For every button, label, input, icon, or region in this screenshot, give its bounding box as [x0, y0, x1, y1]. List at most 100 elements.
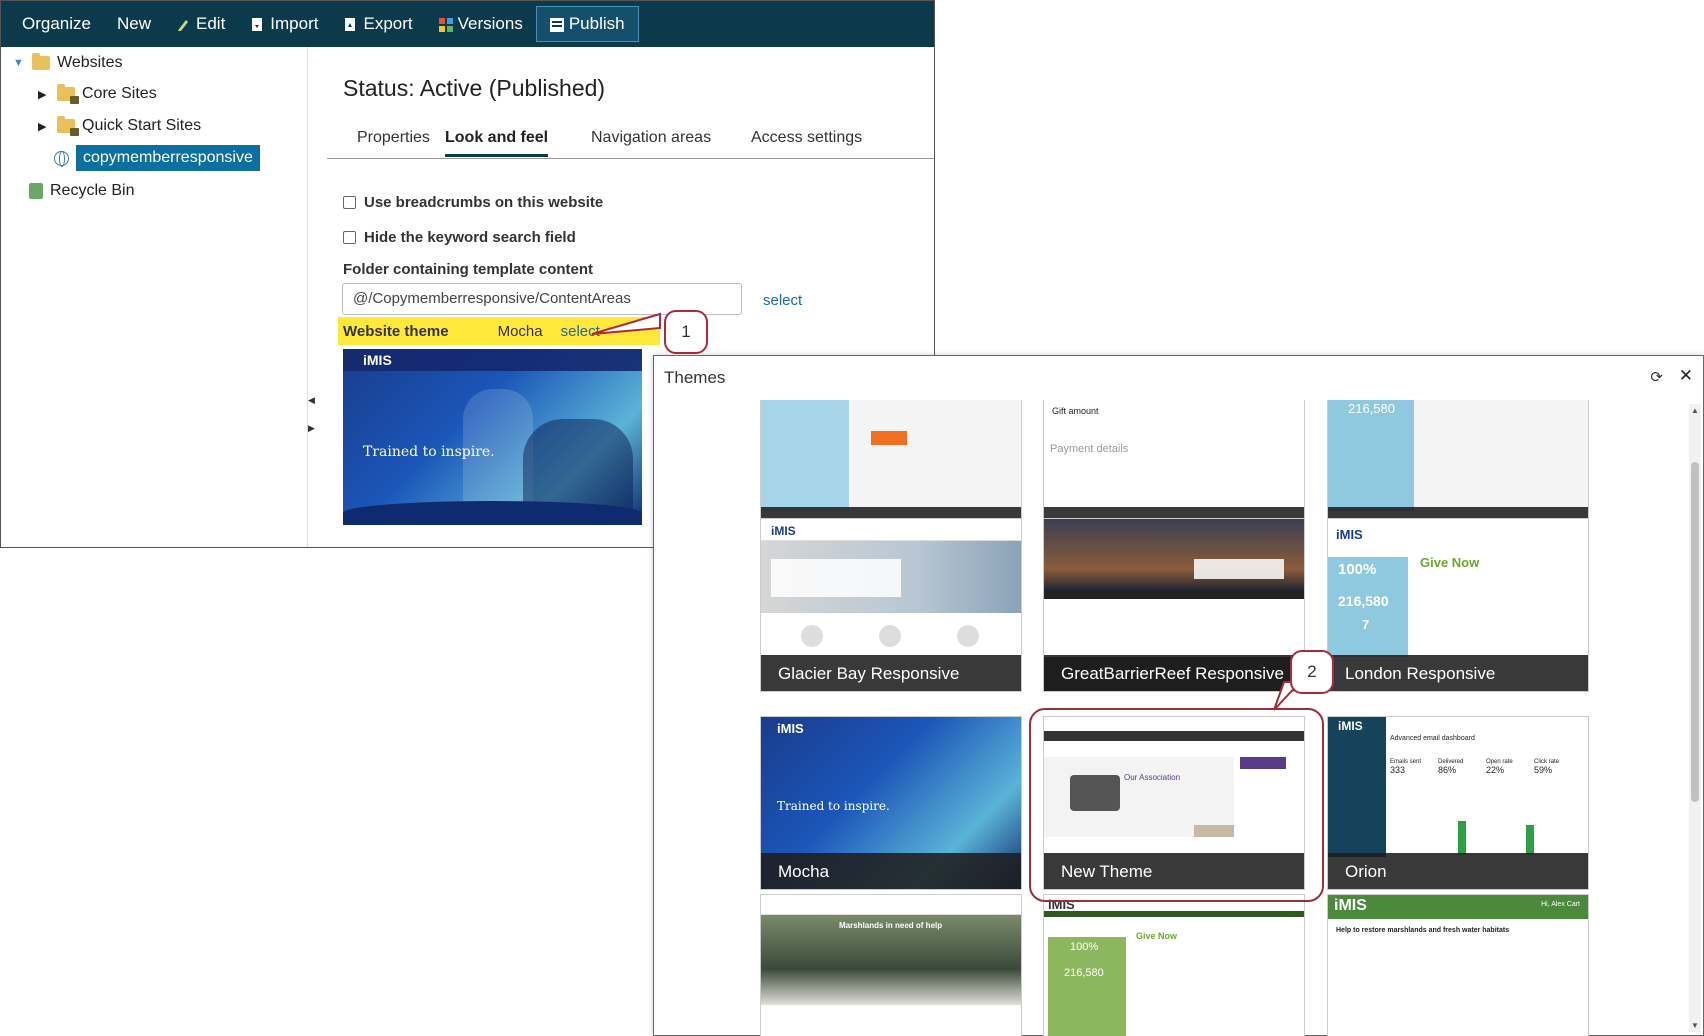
theme-value: Mocha	[497, 322, 543, 340]
site-tree: ▼ Websites ▶ Core Sites ▶ Quick Start Si…	[1, 47, 308, 547]
publish-button[interactable]: Publish	[535, 6, 639, 42]
stat-value: 22%	[1486, 765, 1505, 775]
payment-details-text: Payment details	[1050, 443, 1129, 455]
theme-name: Glacier Bay Responsive	[761, 655, 1021, 691]
expand-icon[interactable]: ▼	[13, 57, 25, 69]
tree-node-copymemberresponsive[interactable]: copymemberresponsive	[54, 144, 260, 172]
callout-pointer-1	[591, 312, 661, 335]
give-percent: 100%	[1070, 941, 1099, 953]
new-label: New	[116, 14, 151, 33]
tab-look-and-feel[interactable]: Look and feel	[445, 129, 549, 157]
theme-card-orion[interactable]: iMIS Advanced email dashboard Emails sen…	[1327, 716, 1589, 890]
london-number: 216,580	[1338, 593, 1389, 609]
theme-card-greatbarrierreef[interactable]: GreatBarrierReef Responsive	[1043, 518, 1305, 692]
theme-name: London Responsive	[1328, 655, 1588, 691]
stat-value: 59%	[1534, 765, 1553, 775]
keyword-search-option[interactable]: Hide the keyword search field	[343, 229, 576, 246]
versions-label: Versions	[457, 14, 523, 33]
theme-name: Mocha	[761, 853, 1021, 889]
tree-label: Recycle Bin	[50, 182, 135, 199]
give-now-text: Give Now	[1136, 931, 1178, 941]
new-menu[interactable]: New	[104, 6, 164, 42]
import-label: Import	[270, 14, 319, 33]
orion-dashboard-title: Advanced email dashboard	[1390, 735, 1475, 742]
scroll-thumb[interactable]	[1691, 462, 1699, 802]
theme-logo: iMIS	[1338, 719, 1363, 733]
tree-label: copymemberresponsive	[76, 145, 260, 171]
organize-label: Organize	[22, 14, 91, 33]
checkbox-label: Use breadcrumbs on this website	[364, 194, 604, 211]
folder-label: Folder containing template content	[343, 261, 594, 278]
theme-card-imis-classic[interactable]: iMIS Hi, Alex Cart Help to restore marsh…	[1327, 894, 1589, 1036]
tab-bar: Properties Look and feel Navigation area…	[327, 123, 934, 159]
gift-amount-text: Gift amount	[1052, 406, 1099, 416]
export-button[interactable]: Export	[331, 6, 425, 42]
folder-icon	[32, 53, 50, 70]
theme-logo: iMIS	[1334, 897, 1367, 914]
theme-card-london[interactable]: iMIS 100% 216,580 7 Give Now London Resp…	[1327, 518, 1589, 692]
stat-value: 86%	[1438, 765, 1457, 775]
theme-card-glacier-bay[interactable]: iMIS Glacier Bay Responsive	[760, 518, 1022, 692]
theme-logo: iMIS	[1336, 527, 1363, 542]
organize-menu[interactable]: Organize	[9, 6, 104, 42]
give-number: 216,580	[1064, 967, 1104, 979]
current-theme-thumbnail: iMIS Trained to inspire.	[343, 349, 642, 525]
tree-label: Quick Start Sites	[82, 117, 202, 134]
dialog-title: Themes	[664, 368, 726, 387]
callout-badge-2: 2	[1290, 650, 1334, 694]
london-days: 7	[1362, 617, 1370, 632]
tree-label: Core Sites	[82, 85, 157, 102]
mocha-tagline: Trained to inspire.	[777, 799, 890, 813]
import-button[interactable]: Import	[238, 6, 331, 42]
refresh-icon[interactable]: ⟳	[1650, 368, 1663, 386]
export-label: Export	[363, 14, 413, 33]
scroll-up-icon[interactable]: ▲	[1691, 406, 1699, 415]
give-now-text: Give Now	[1420, 555, 1480, 570]
tree-node-quick-start-sites[interactable]: ▶ Quick Start Sites	[38, 112, 201, 140]
publish-label: Publish	[568, 14, 625, 33]
stat-number: 216,580	[1348, 401, 1395, 416]
export-icon	[344, 17, 357, 32]
collapse-icon[interactable]: ▶	[38, 120, 50, 133]
keyword-search-checkbox[interactable]	[343, 231, 356, 244]
globe-icon	[54, 150, 69, 167]
versions-icon	[438, 17, 453, 32]
breadcrumbs-checkbox[interactable]	[343, 196, 356, 209]
callout-badge-1: 1	[664, 310, 708, 354]
pencil-icon	[177, 17, 190, 32]
cart-link: Hi, Alex Cart	[1541, 901, 1580, 908]
theme-label: Website theme	[343, 322, 449, 340]
tab-access-settings[interactable]: Access settings	[751, 129, 862, 154]
collapse-icon[interactable]: ▶	[38, 88, 50, 101]
stat-value: 333	[1390, 765, 1406, 775]
import-icon	[251, 17, 264, 32]
scroll-down-icon[interactable]: ▼	[1691, 1021, 1699, 1030]
theme-card-marshlands[interactable]: Marshlands in need of help	[760, 894, 1022, 1036]
theme-name: GreatBarrierReef Responsive	[1044, 655, 1304, 691]
edit-button[interactable]: Edit	[164, 6, 238, 42]
tree-node-core-sites[interactable]: ▶ Core Sites	[38, 80, 157, 108]
theme-name: Orion	[1328, 853, 1588, 889]
tree-node-recycle-bin[interactable]: Recycle Bin	[29, 177, 134, 205]
folder-select-link[interactable]: select	[763, 292, 802, 309]
recycle-bin-icon	[29, 183, 43, 199]
tree-node-websites[interactable]: ▼ Websites	[13, 49, 123, 77]
london-percent: 100%	[1338, 561, 1377, 578]
thumb-logo: iMIS	[363, 352, 392, 368]
checkbox-label: Hide the keyword search field	[364, 229, 576, 246]
toolbar: Organize New Edit Import Export Versions…	[1, 1, 934, 47]
breadcrumbs-option[interactable]: Use breadcrumbs on this website	[343, 194, 603, 211]
dialog-scrollbar[interactable]: ▲ ▼	[1689, 404, 1701, 1032]
tab-navigation-areas[interactable]: Navigation areas	[591, 129, 711, 154]
theme-card-mocha[interactable]: iMIS Trained to inspire. Mocha	[760, 716, 1022, 890]
locked-folder-icon	[57, 84, 79, 104]
splitter-handle[interactable]: ◀ ▶	[308, 386, 315, 442]
tab-properties[interactable]: Properties	[357, 129, 430, 154]
versions-button[interactable]: Versions	[426, 6, 536, 42]
theme-logo: iMIS	[771, 524, 796, 538]
close-icon[interactable]: ✕	[1679, 366, 1693, 386]
theme-card-imis-green[interactable]: iMIS 100% 216,580 Give Now	[1043, 894, 1305, 1036]
thumb-tagline: Trained to inspire.	[363, 444, 495, 460]
edit-label: Edit	[196, 14, 226, 33]
tree-label: Websites	[57, 54, 123, 71]
